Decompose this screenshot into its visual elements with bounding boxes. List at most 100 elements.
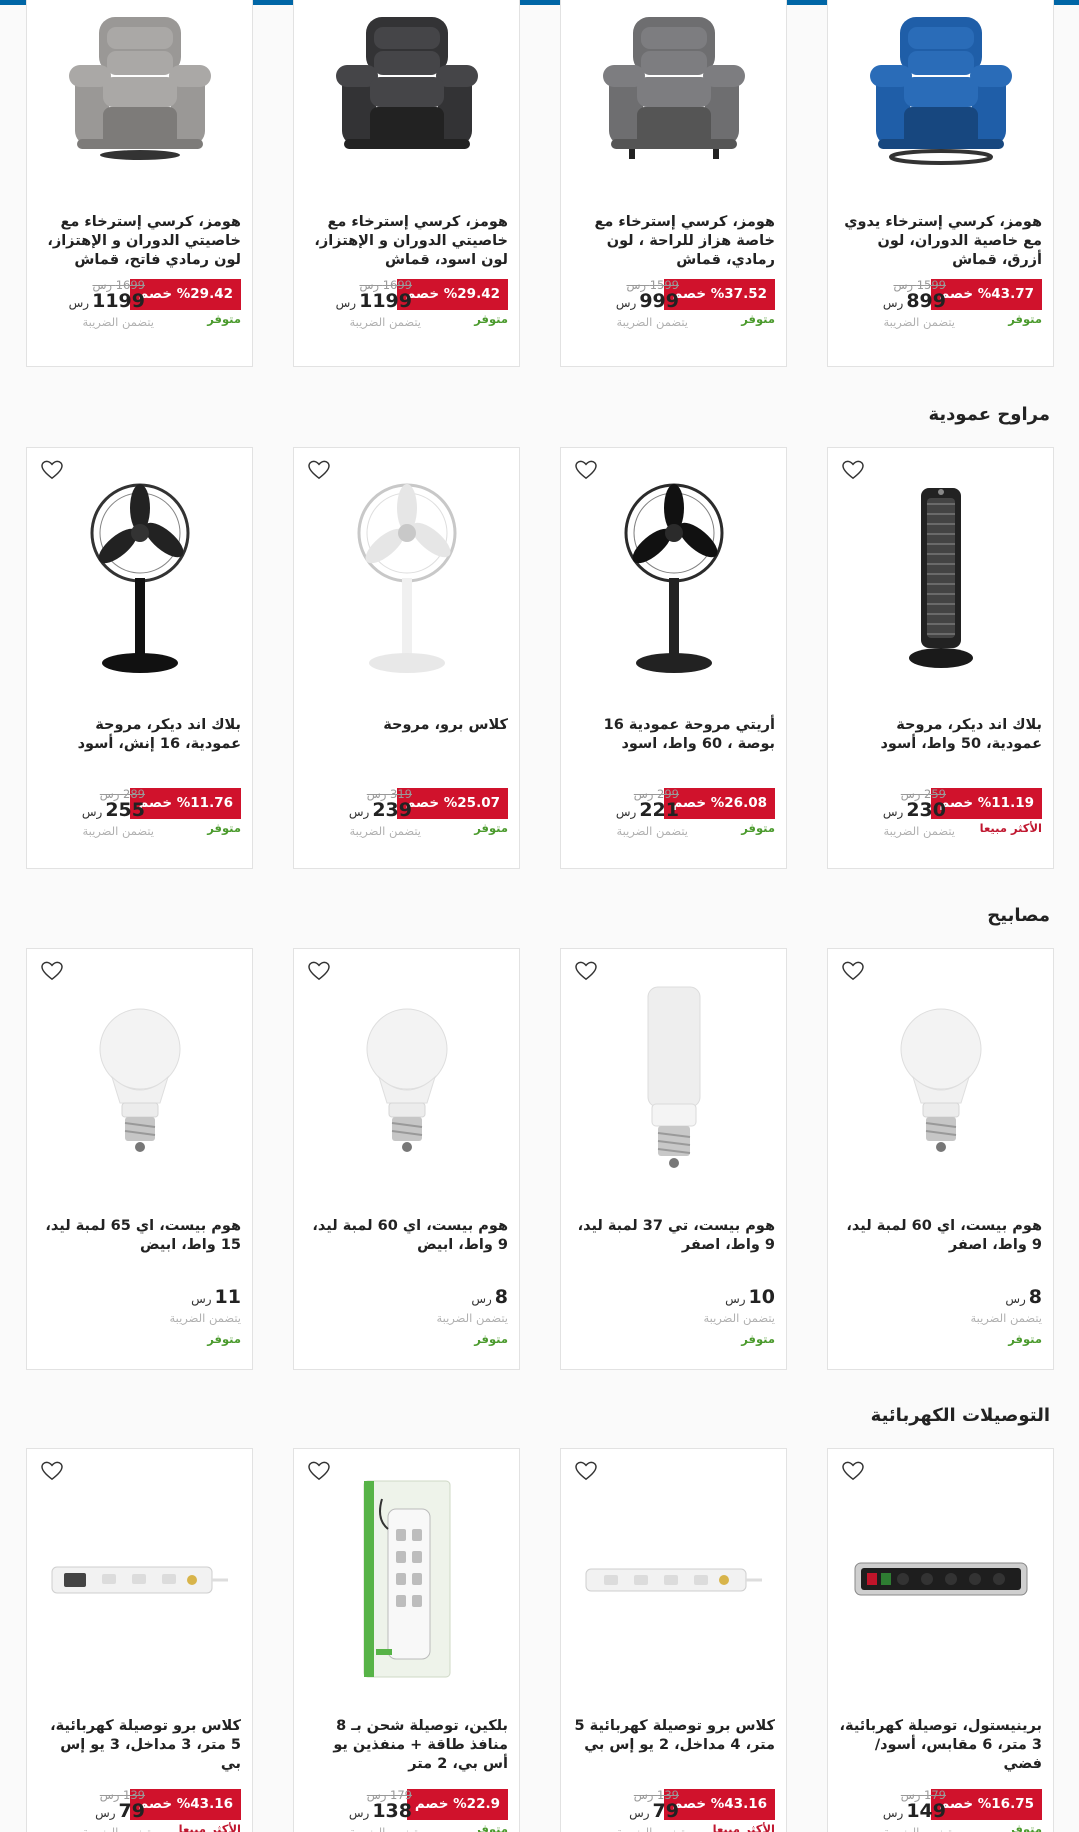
price-block: 259 رس 230رس — [883, 788, 946, 820]
price-block: 1699 رس 1199رس — [336, 279, 412, 311]
current-price: 999 — [639, 290, 679, 312]
currency-label: رس — [335, 296, 357, 310]
product-image[interactable] — [37, 1479, 242, 1679]
wishlist-heart-icon[interactable] — [575, 460, 597, 480]
wishlist-heart-icon[interactable] — [41, 961, 63, 981]
tax-note: يتضمن الضريبة — [82, 1825, 154, 1832]
currency-label: رس — [191, 1292, 212, 1306]
product-card[interactable]: هومز، كرسي إسترخاء مع خاصيتي الدوران و ا… — [293, 0, 520, 367]
product-image[interactable] — [37, 478, 242, 678]
tax-note: يتضمن الضريبة — [883, 824, 955, 838]
wishlist-heart-icon[interactable] — [41, 1461, 63, 1481]
price-area: %37.52 خصم 1599 رس 999رس — [572, 279, 775, 313]
product-card[interactable]: بلاك اند ديكر، مروحة عمودية، 16 إنش، أسو… — [26, 447, 253, 869]
product-image[interactable] — [838, 1, 1043, 176]
price-area: %16.75 خصم 179 رس 149رس — [839, 1789, 1042, 1823]
product-card[interactable]: برينيستول، توصيلة كهربائية، 3 متر، 6 مقا… — [827, 1448, 1054, 1832]
discount-badge: %11.19 خصم — [931, 788, 1042, 819]
price-block: 8رس — [1005, 1287, 1042, 1307]
product-card[interactable]: هومز، كرسي إسترخاء يدوي مع خاصية الدوران… — [827, 0, 1054, 367]
product-name[interactable]: هومز، كرسي إسترخاء مع خاصيتي الدوران و ا… — [38, 213, 241, 270]
product-name[interactable]: هوم بيست، تي 37 لمبة ليد، 9 واط، اصفر — [572, 1217, 775, 1255]
current-price: 79 — [118, 1800, 145, 1822]
discount-badge: %43.77 خصم — [931, 279, 1042, 310]
price-block: 8رس — [471, 1287, 508, 1307]
price-block: 1599 رس 999رس — [616, 279, 679, 311]
currency-label: رس — [348, 1806, 370, 1820]
tax-note: يتضمن الضريبة — [349, 824, 421, 838]
product-name[interactable]: بلكين، توصيلة شحن بـ 8 منافذ طاقة + منفذ… — [305, 1717, 508, 1774]
best-seller-label: الأكثر مبيعا — [712, 1822, 775, 1832]
product-image[interactable] — [571, 478, 776, 678]
product-card[interactable]: هوم بيست، اي 60 لمبة ليد، 9 واط، اصفر 8ر… — [827, 948, 1054, 1370]
product-card[interactable]: بلاك اند ديكر، مروحة عمودية، 50 واط، أسو… — [827, 447, 1054, 869]
product-image[interactable] — [571, 1, 776, 176]
wishlist-heart-icon[interactable] — [842, 1461, 864, 1481]
product-card[interactable]: كلاس برو توصيلة كهربائية، 5 متر، 3 مداخل… — [26, 1448, 253, 1832]
price-block: 1699 رس 1199رس — [69, 279, 145, 311]
product-image[interactable] — [838, 1479, 1043, 1679]
price-area: %43.77 خصم 1599 رس 899رس — [839, 279, 1042, 313]
availability-label: متوفر — [1008, 1822, 1042, 1832]
product-image[interactable] — [304, 1479, 509, 1679]
product-image[interactable] — [838, 979, 1043, 1179]
product-card[interactable]: كلاس برو توصيلة كهربائية 5 متر، 4 مداخل،… — [560, 1448, 787, 1832]
product-name[interactable]: هوم بيست، اي 65 لمبة ليد، 15 واط، ابيض — [38, 1217, 241, 1255]
price-block: 289 رس 255رس — [82, 788, 145, 820]
product-name[interactable]: كلاس برو توصيلة كهربائية 5 متر، 4 مداخل،… — [572, 1717, 775, 1755]
discount-badge: %37.52 خصم — [664, 279, 775, 310]
product-image[interactable] — [304, 979, 509, 1179]
product-card[interactable]: هوم بيست، اي 65 لمبة ليد، 15 واط، ابيض 1… — [26, 948, 253, 1370]
product-name[interactable]: هومز، كرسي إسترخاء مع خاصيتي الدوران و ا… — [305, 213, 508, 270]
price-area: %11.76 خصم 289 رس 255رس — [38, 788, 241, 822]
product-image[interactable] — [571, 979, 776, 1179]
availability-label: متوفر — [207, 821, 241, 835]
product-card[interactable]: هوم بيست، تي 37 لمبة ليد، 9 واط، اصفر 10… — [560, 948, 787, 1370]
product-name[interactable]: كلاس برو توصيلة كهربائية، 5 متر، 3 مداخل… — [38, 1717, 241, 1774]
discount-badge: %29.42 خصم — [130, 279, 241, 310]
product-name[interactable]: هوم بيست، اي 60 لمبة ليد، 9 واط، اصفر — [839, 1217, 1042, 1255]
wishlist-heart-icon[interactable] — [41, 460, 63, 480]
product-image[interactable] — [304, 478, 509, 678]
availability-label: متوفر — [474, 1822, 508, 1832]
product-image[interactable] — [37, 1, 242, 176]
product-name[interactable]: كلاس برو، مروحة — [305, 716, 508, 735]
discount-badge: %22.9 خصم — [406, 1789, 508, 1820]
tax-note: يتضمن الضريبة — [82, 315, 154, 329]
currency-label: رس — [615, 805, 637, 819]
wishlist-heart-icon[interactable] — [842, 961, 864, 981]
product-image[interactable] — [838, 478, 1043, 678]
wishlist-heart-icon[interactable] — [308, 1461, 330, 1481]
product-name[interactable]: هوم بيست، اي 60 لمبة ليد، 9 واط، ابيض — [305, 1217, 508, 1255]
product-card[interactable]: بلكين، توصيلة شحن بـ 8 منافذ طاقة + منفذ… — [293, 1448, 520, 1832]
product-image[interactable] — [37, 979, 242, 1179]
current-price: 221 — [639, 799, 679, 821]
wishlist-heart-icon[interactable] — [308, 961, 330, 981]
price-block: 319 رس 239رس — [349, 788, 412, 820]
tax-note: يتضمن الضريبة — [436, 1311, 508, 1325]
current-price: 1199 — [92, 290, 145, 312]
product-image[interactable] — [571, 1479, 776, 1679]
product-name[interactable]: بلاك اند ديكر، مروحة عمودية، 50 واط، أسو… — [839, 716, 1042, 754]
product-image[interactable] — [304, 1, 509, 176]
wishlist-heart-icon[interactable] — [575, 961, 597, 981]
product-name[interactable]: برينيستول، توصيلة كهربائية، 3 متر، 6 مقا… — [839, 1717, 1042, 1774]
product-card[interactable]: أريتي مروحة عمودية 16 بوصة ، 60 واط، اسو… — [560, 447, 787, 869]
discount-badge: %25.07 خصم — [397, 788, 508, 819]
availability-label: متوفر — [207, 1332, 241, 1346]
wishlist-heart-icon[interactable] — [308, 460, 330, 480]
wishlist-heart-icon[interactable] — [842, 460, 864, 480]
wishlist-heart-icon[interactable] — [575, 1461, 597, 1481]
product-name[interactable]: بلاك اند ديكر، مروحة عمودية، 16 إنش، أسو… — [38, 716, 241, 754]
product-name[interactable]: هومز، كرسي إسترخاء يدوي مع خاصية الدوران… — [839, 213, 1042, 270]
price-block: 11رس — [191, 1287, 241, 1307]
product-name[interactable]: أريتي مروحة عمودية 16 بوصة ، 60 واط، اسو… — [572, 716, 775, 754]
product-card[interactable]: كلاس برو، مروحة %25.07 خصم 319 رس 239رس ي… — [293, 447, 520, 869]
product-name[interactable]: هومز، كرسي إسترخاء مع خاصة هزاز للراحة ،… — [572, 213, 775, 270]
price-block: 10رس — [725, 1287, 775, 1307]
product-card[interactable]: هومز، كرسي إسترخاء مع خاصيتي الدوران و ا… — [26, 0, 253, 367]
availability-label: متوفر — [741, 312, 775, 326]
product-card[interactable]: هومز، كرسي إسترخاء مع خاصة هزاز للراحة ،… — [560, 0, 787, 367]
product-card[interactable]: هوم بيست، اي 60 لمبة ليد، 9 واط، ابيض 8ر… — [293, 948, 520, 1370]
current-price: 10 — [748, 1286, 775, 1308]
